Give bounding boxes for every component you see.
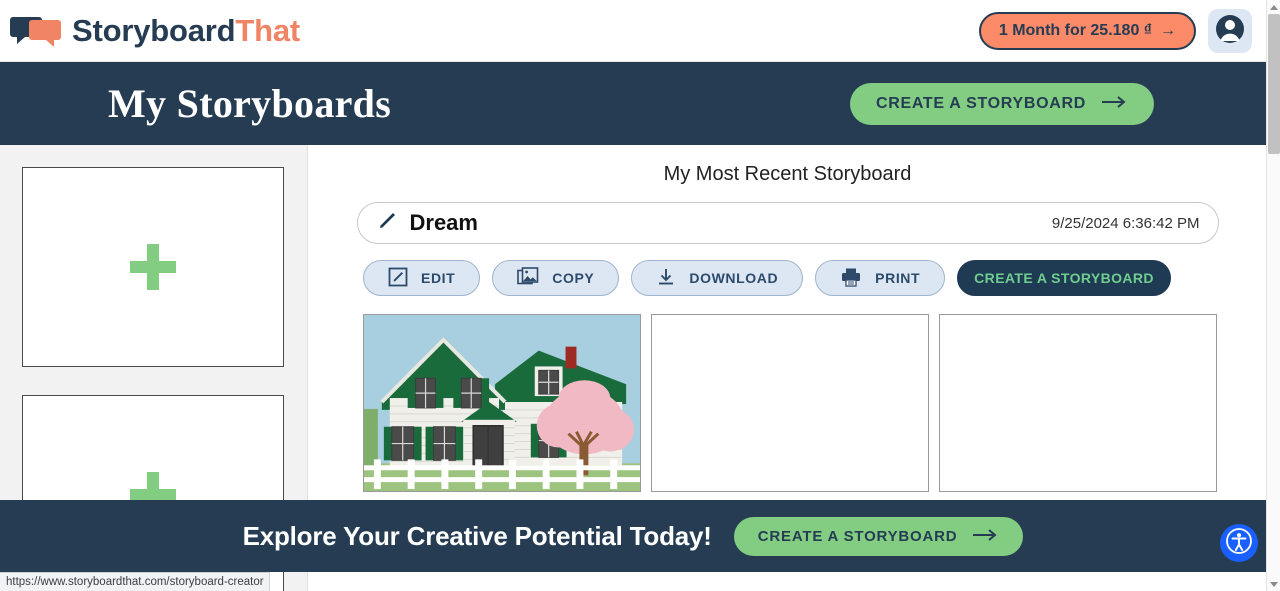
copy-button[interactable]: COPY	[492, 260, 620, 296]
create-storyboard-promo-label: CREATE A STORYBOARD	[757, 527, 958, 545]
pencil-square-icon	[388, 267, 408, 290]
accessibility-button[interactable]	[1220, 524, 1258, 562]
printer-icon	[840, 267, 862, 290]
promo-banner-text: Explore Your Creative Potential Today!	[242, 520, 712, 551]
status-url: https://www.storyboardthat.com/storyboar…	[6, 576, 264, 588]
plus-icon	[130, 244, 176, 290]
storyboard-action-toolbar: EDIT COPY DOWNLOAD PRINT CREATE A STORYB…	[363, 260, 1266, 296]
accessibility-icon	[1224, 526, 1254, 561]
create-storyboard-promo-button[interactable]: CREATE A STORYBOARD	[733, 516, 1024, 556]
download-button[interactable]: DOWNLOAD	[631, 260, 804, 296]
promo-button-label: 1 Month for 25.180 ₫	[998, 21, 1152, 39]
edit-button[interactable]: EDIT	[363, 260, 481, 296]
pencil-icon[interactable]	[376, 210, 398, 237]
arrow-right-icon	[973, 528, 999, 545]
storyboard-timestamp: 9/25/2024 6:36:42 PM	[1051, 214, 1200, 232]
print-button-label: PRINT	[875, 270, 921, 286]
logo-wordmark: StoryboardThat	[72, 13, 300, 49]
house-illustration	[364, 315, 640, 491]
site-logo[interactable]: StoryboardThat	[10, 13, 300, 49]
edit-button-label: EDIT	[421, 270, 456, 286]
create-storyboard-header-label: CREATE A STORYBOARD	[875, 94, 1086, 112]
page-scrollbar[interactable]	[1266, 0, 1280, 591]
browser-status-bar: https://www.storyboardthat.com/storyboar…	[0, 572, 270, 591]
page-root: StoryboardThat 1 Month for 25.180 ₫ → My	[0, 0, 1280, 591]
logo-text-storyboard: Storyboard	[72, 12, 236, 48]
print-button[interactable]: PRINT	[815, 260, 946, 296]
page-header: My Storyboards CREATE A STORYBOARD	[0, 62, 1266, 145]
storyboard-cell-illustration[interactable]	[363, 314, 641, 492]
logo-text-that: That	[235, 12, 300, 48]
image-copy-icon	[517, 266, 539, 290]
speech-bubbles-icon	[10, 14, 64, 48]
scroll-up-arrow-icon[interactable]	[1267, 0, 1280, 14]
create-storyboard-action-label: CREATE A STORYBOARD	[974, 270, 1154, 286]
user-avatar-icon	[1215, 14, 1245, 47]
top-navigation-bar: StoryboardThat 1 Month for 25.180 ₫ →	[0, 0, 1266, 62]
storyboard-title-bar[interactable]: Dream 9/25/2024 6:36:42 PM	[356, 202, 1219, 244]
storyboard-cell-empty[interactable]	[651, 314, 929, 492]
topbar-right-group: 1 Month for 25.180 ₫ →	[978, 8, 1252, 53]
add-storyboard-card[interactable]	[22, 167, 284, 367]
download-icon	[656, 267, 676, 290]
section-title: My Most Recent Storyboard	[663, 163, 912, 185]
page-title: My Storyboards	[108, 81, 392, 126]
create-storyboard-action-button[interactable]: CREATE A STORYBOARD	[957, 260, 1171, 296]
subscription-promo-button[interactable]: 1 Month for 25.180 ₫ →	[978, 11, 1196, 50]
scrollbar-thumb[interactable]	[1268, 14, 1280, 154]
storyboard-cells	[363, 314, 1266, 492]
arrow-right-icon	[1102, 95, 1128, 113]
storyboard-name: Dream	[409, 210, 478, 235]
download-button-label: DOWNLOAD	[689, 270, 779, 286]
account-avatar-button[interactable]	[1208, 8, 1252, 53]
scroll-down-arrow-icon[interactable]	[1267, 577, 1280, 591]
storyboard-cell-empty[interactable]	[939, 314, 1217, 492]
arrow-right-icon: →	[1160, 21, 1176, 39]
bottom-promo-banner: Explore Your Creative Potential Today! C…	[0, 500, 1266, 572]
create-storyboard-header-button[interactable]: CREATE A STORYBOARD	[849, 82, 1154, 125]
copy-button-label: COPY	[552, 270, 595, 286]
